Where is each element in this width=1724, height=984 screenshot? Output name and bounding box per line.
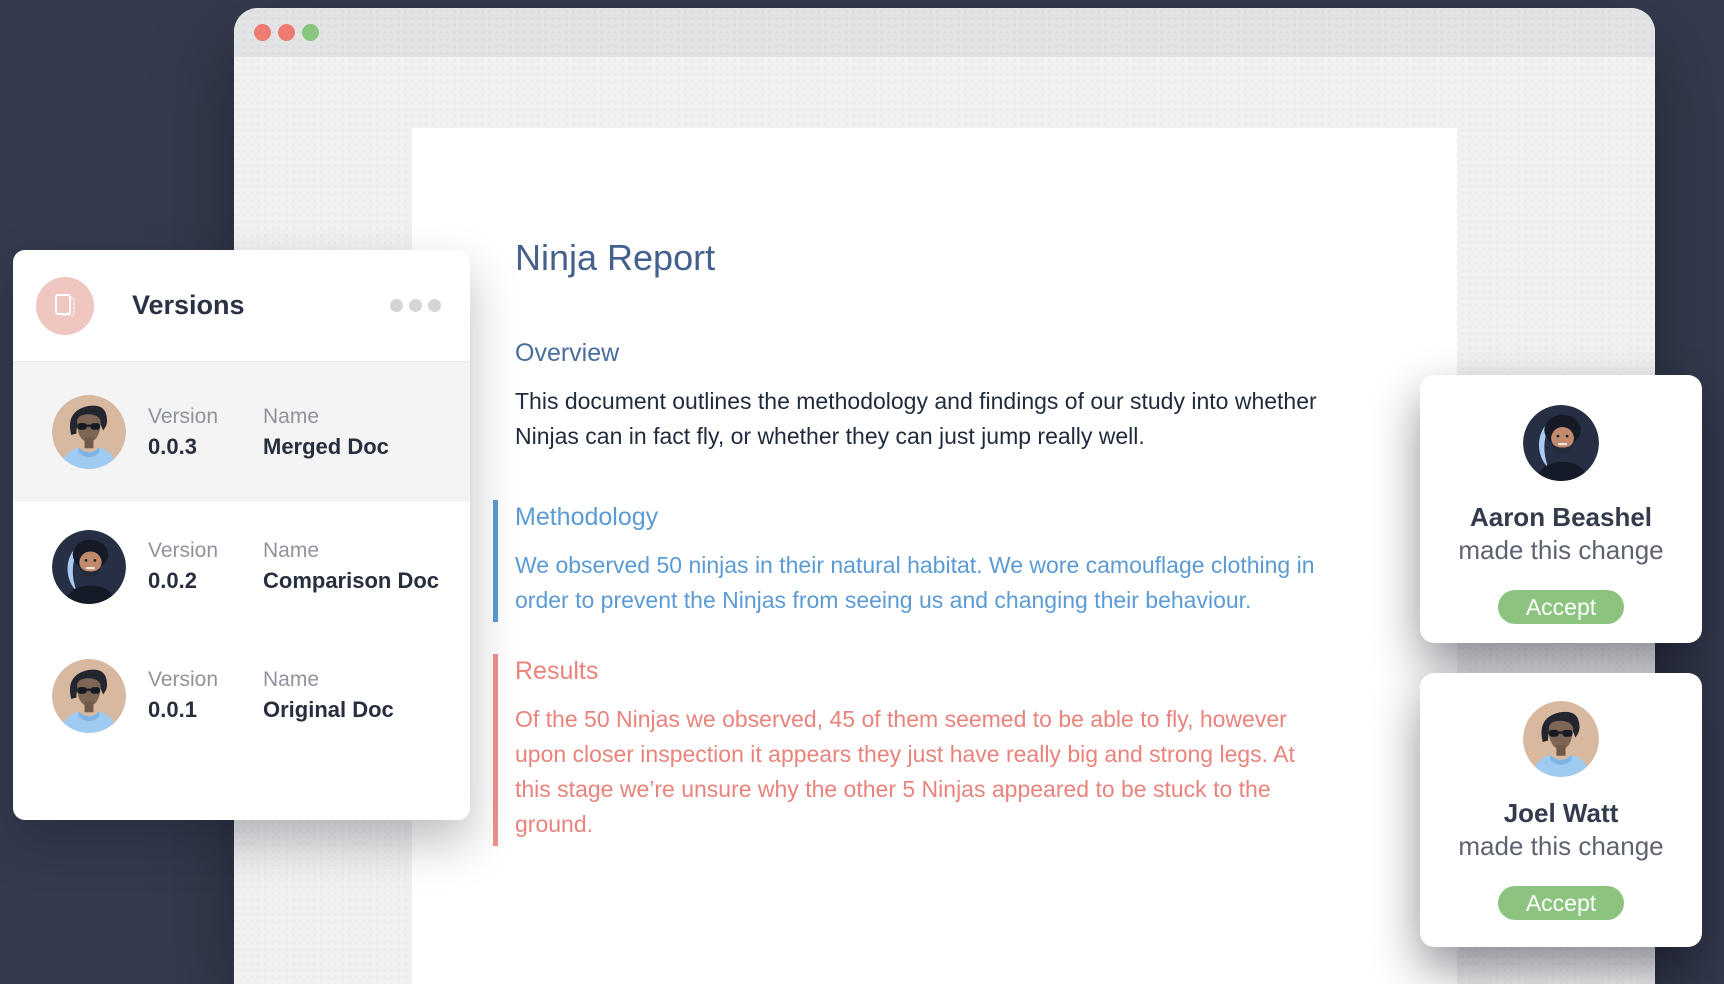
version-row-0-0-1[interactable]: Version 0.0.1 Name Original Doc [13,631,470,760]
version-value: 0.0.3 [148,434,263,460]
version-label: Version [148,405,263,429]
change-action-text: made this change [1458,536,1663,564]
name-value: Merged Doc [263,434,389,460]
overview-body: This document outlines the methodology a… [515,384,1317,454]
accept-button[interactable]: Accept [1498,886,1624,920]
results-heading: Results [515,656,1295,686]
traffic-light-zoom-icon[interactable] [302,24,319,41]
versions-menu-ellipsis-icon[interactable] [390,299,441,312]
avatar [52,659,126,733]
name-label: Name [263,405,389,429]
change-author-name: Aaron Beashel [1470,503,1652,531]
results-body: Of the 50 Ninjas we observed, 45 of them… [515,702,1295,842]
change-card-joel: Joel Watt made this change Accept [1420,673,1702,947]
name-label: Name [263,539,439,563]
methodology-heading: Methodology [515,502,1315,532]
methodology-body: We observed 50 ninjas in their natural h… [515,548,1315,618]
versions-panel-title: Versions [132,290,390,321]
version-value: 0.0.2 [148,568,263,594]
versions-panel: Versions Version 0.0.3 Name Merged Doc [13,250,470,820]
overview-heading: Overview [515,338,1317,368]
avatar [52,530,126,604]
version-row-0-0-2[interactable]: Version 0.0.2 Name Comparison Doc [13,502,470,631]
accept-button[interactable]: Accept [1498,590,1624,624]
version-label: Version [148,668,263,692]
name-value: Comparison Doc [263,568,439,594]
traffic-light-close-icon[interactable] [254,24,271,41]
overview-section: Overview This document outlines the meth… [515,338,1317,454]
methodology-section: Methodology We observed 50 ninjas in the… [493,500,1315,622]
window-titlebar [234,8,1655,57]
avatar [52,395,126,469]
document-title: Ninja Report [515,236,715,280]
version-label: Version [148,539,263,563]
versions-pages-icon [36,277,94,335]
document-page: Ninja Report Overview This document outl… [412,128,1457,984]
versions-panel-header: Versions [13,250,470,362]
avatar [1523,701,1599,777]
version-value: 0.0.1 [148,697,263,723]
name-label: Name [263,668,394,692]
change-action-text: made this change [1458,832,1663,860]
name-value: Original Doc [263,697,394,723]
version-row-0-0-3[interactable]: Version 0.0.3 Name Merged Doc [13,362,470,502]
screenshot-root: Ninja Report Overview This document outl… [0,0,1724,984]
results-section: Results Of the 50 Ninjas we observed, 45… [493,654,1295,846]
change-card-aaron: Aaron Beashel made this change Accept [1420,375,1702,643]
traffic-light-minimize-icon[interactable] [278,24,295,41]
avatar [1523,405,1599,481]
change-author-name: Joel Watt [1504,799,1619,827]
